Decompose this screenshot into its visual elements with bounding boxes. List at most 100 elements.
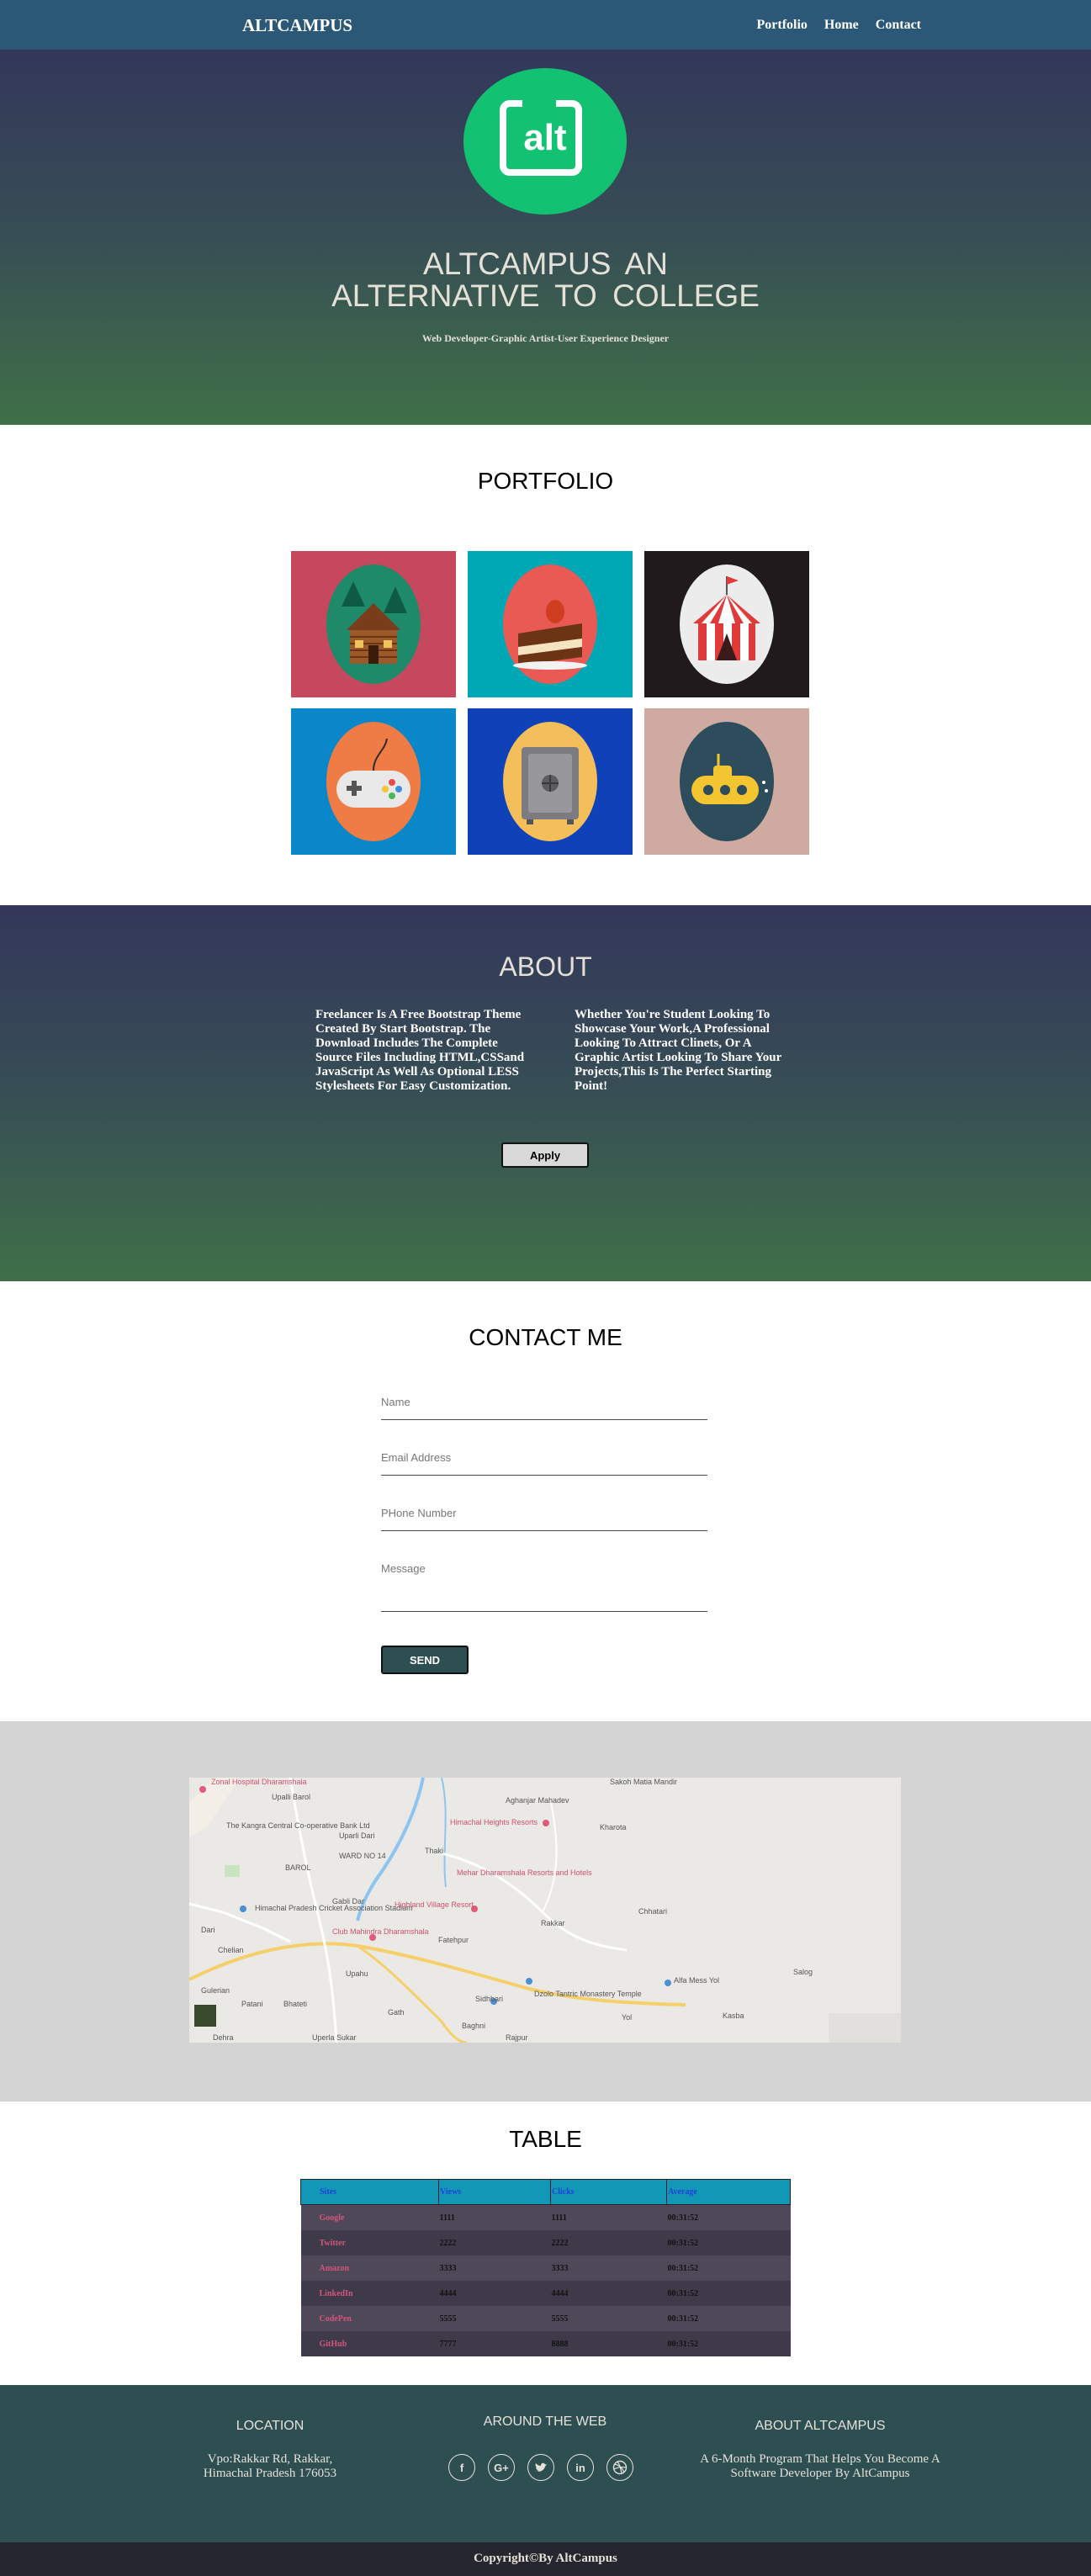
- map-label: Rajpur: [506, 2033, 528, 2042]
- apply-button[interactable]: Apply: [501, 1142, 589, 1168]
- message-field[interactable]: Message: [381, 1562, 707, 1612]
- footer-address-line-1: Vpo:Rakkar Rd, Rakkar,: [207, 2452, 333, 2466]
- map-pin[interactable]: [543, 1820, 549, 1826]
- name-field[interactable]: Name: [381, 1396, 707, 1420]
- table-header-average: Average: [666, 2179, 791, 2205]
- table-cell-views: 7777: [438, 2331, 551, 2356]
- hero-title: ALTCAMPUS AN ALTERNATIVE TO COLLEGE: [0, 248, 1091, 312]
- hero-section: alt ALTCAMPUS AN ALTERNATIVE TO COLLEGE …: [0, 50, 1091, 425]
- map-label: Upalli Barol: [272, 1793, 311, 1801]
- nav-link-portfolio[interactable]: Portfolio: [756, 18, 807, 33]
- footer: LOCATION Vpo:Rakkar Rd, Rakkar, Himachal…: [0, 2385, 1091, 2542]
- map-label: Himachal Heights Resorts: [450, 1818, 538, 1826]
- portfolio-item-cake[interactable]: [468, 551, 633, 697]
- table-cell-site: CodePen: [300, 2306, 439, 2331]
- footer-about-title: ABOUT ALTCAMPUS: [755, 2419, 886, 2433]
- table-header-sites: Sites: [300, 2179, 439, 2205]
- about-title: ABOUT: [499, 951, 592, 982]
- table-cell-average: 00:31:52: [666, 2230, 791, 2255]
- copyright: Copyright©By AltCampus: [0, 2542, 1091, 2576]
- map-label: Yol: [622, 2013, 633, 2022]
- table-cell-clicks: 2222: [550, 2230, 667, 2255]
- hero-title-line-1: ALTCAMPUS AN: [422, 246, 669, 281]
- hero-title-line-2: ALTERNATIVE TO COLLEGE: [331, 278, 760, 313]
- table-row: Google 1111 1111 00:31:52: [300, 2204, 791, 2230]
- footer-location-title: LOCATION: [236, 2419, 305, 2433]
- footer-about-line-1: A 6-Month Program That Helps You Become …: [700, 2452, 940, 2466]
- map-label: Highland Village Resort: [395, 1900, 474, 1909]
- map-label: Dehra: [213, 2033, 234, 2042]
- nav-link-home[interactable]: Home: [824, 18, 859, 33]
- table-header-views: Views: [438, 2179, 551, 2205]
- map-pin[interactable]: [526, 1978, 532, 1985]
- table-cell-views: 4444: [438, 2281, 551, 2306]
- table-cell-average: 00:31:52: [666, 2306, 791, 2331]
- table-row: Twitter 2222 2222 00:31:52: [300, 2230, 791, 2255]
- linkedin-icon[interactable]: in: [567, 2454, 594, 2481]
- dribbble-icon[interactable]: [606, 2454, 633, 2481]
- map-label: Aghanjar Mahadev: [506, 1796, 569, 1805]
- table-header-clicks: Clicks: [550, 2179, 667, 2205]
- table-cell-average: 00:31:52: [666, 2331, 791, 2356]
- portfolio-item-cabin[interactable]: [291, 551, 456, 697]
- contact-title: CONTACT ME: [469, 1324, 622, 1350]
- game-controller-icon: [326, 722, 421, 841]
- map-label: Dzolo Tantric Monastery Temple: [534, 1990, 642, 1998]
- map-label: Salog: [793, 1968, 813, 1976]
- twitter-icon[interactable]: [527, 2454, 554, 2481]
- portfolio-item-safe[interactable]: [468, 708, 633, 855]
- email-field[interactable]: Email Address: [381, 1451, 707, 1476]
- table-cell-views: 5555: [438, 2306, 551, 2331]
- map-label: Himachal Pradesh Cricket Association Sta…: [255, 1904, 413, 1912]
- portfolio-item-circus[interactable]: [644, 551, 809, 697]
- portfolio-title: PORTFOLIO: [477, 468, 614, 494]
- map-pin[interactable]: [665, 1980, 671, 1986]
- table-cell-average: 00:31:52: [666, 2204, 791, 2230]
- portfolio-item-submarine[interactable]: [644, 708, 809, 855]
- map-label: Fatehpur: [438, 1936, 469, 1944]
- logo-text: alt: [523, 117, 567, 158]
- stats-table: Sites Views Clicks Average Google 1111 1…: [300, 2179, 791, 2356]
- table-cell-clicks: 5555: [550, 2306, 667, 2331]
- embedded-map[interactable]: Zonal Hospital Dharamshala Upalli Barol …: [189, 1778, 901, 2043]
- phone-field[interactable]: PHone Number: [381, 1507, 707, 1531]
- cabin-icon: [326, 564, 421, 684]
- footer-address-line-2: Himachal Pradesh 176053: [203, 2467, 337, 2480]
- table-row: GitHub 7777 8888 00:31:52: [300, 2331, 791, 2356]
- table-cell-views: 3333: [438, 2255, 551, 2281]
- table-cell-site: Twitter: [300, 2230, 439, 2255]
- brand-logo-text[interactable]: ALTCAMPUS: [242, 15, 352, 36]
- portfolio-item-controller[interactable]: [291, 708, 456, 855]
- map-label: Sidhbari: [475, 1995, 504, 2003]
- circus-tent-icon: [680, 564, 774, 684]
- map-label: WARD NO 14: [339, 1852, 386, 1860]
- map-pin[interactable]: [199, 1786, 206, 1793]
- map-label: Sakoh Matia Mandir: [610, 1778, 678, 1786]
- table-cell-clicks: 4444: [550, 2281, 667, 2306]
- map-pin[interactable]: [240, 1905, 246, 1912]
- table-cell-clicks: 1111: [550, 2204, 667, 2230]
- map-label: Uparli Dari: [339, 1831, 375, 1840]
- map-label: Uperla Sukar: [312, 2033, 357, 2042]
- table-row: CodePen 5555 5555 00:31:52: [300, 2306, 791, 2331]
- table-cell-clicks: 8888: [550, 2331, 667, 2356]
- table-cell-site: Amazon: [300, 2255, 439, 2281]
- table-cell-views: 1111: [438, 2204, 551, 2230]
- map-label: Club Mahindra Dharamshala: [332, 1927, 429, 1936]
- map-label: Mehar Dharamshala Resorts and Hotels: [457, 1868, 592, 1877]
- map-label: Kharota: [600, 1823, 627, 1831]
- table-cell-site: LinkedIn: [300, 2281, 439, 2306]
- submarine-icon: [680, 722, 774, 841]
- nav-link-contact[interactable]: Contact: [876, 18, 921, 33]
- map-label: Rakkar: [541, 1919, 565, 1927]
- map-label: Zonal Hospital Dharamshala: [211, 1778, 307, 1786]
- google-plus-icon[interactable]: G+: [488, 2454, 515, 2481]
- map-label: BAROL: [285, 1863, 311, 1872]
- map-label: Baghni: [462, 2022, 486, 2030]
- send-button[interactable]: SEND: [381, 1646, 469, 1674]
- table-cell-site: Google: [300, 2204, 439, 2230]
- map-label: Bhateti: [283, 2000, 308, 2008]
- facebook-icon[interactable]: f: [448, 2454, 475, 2481]
- social-links: f G+ in: [448, 2454, 633, 2481]
- table-title: TABLE: [509, 2126, 582, 2152]
